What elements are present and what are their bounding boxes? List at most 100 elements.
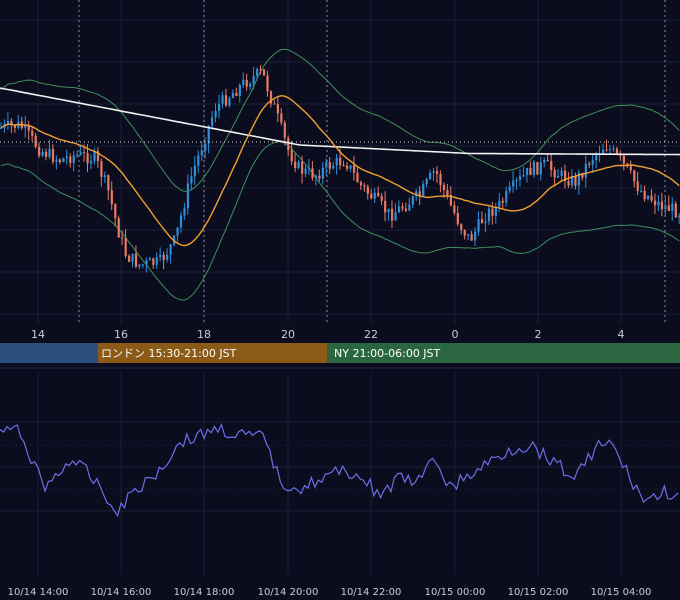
candle-body bbox=[453, 205, 456, 213]
candle-body bbox=[51, 148, 55, 162]
candle-body bbox=[667, 205, 670, 211]
candle-body bbox=[276, 104, 279, 114]
candle-body bbox=[463, 229, 466, 236]
candle-body bbox=[501, 200, 504, 203]
candle-body bbox=[114, 204, 117, 219]
candle-body bbox=[107, 175, 110, 191]
candle-body bbox=[31, 130, 34, 136]
rsi-x-tick-label: 10/14 18:00 bbox=[174, 587, 235, 598]
candle-body bbox=[280, 113, 283, 123]
candle-body bbox=[318, 175, 321, 179]
candle-body bbox=[211, 117, 214, 126]
price-x-tick-label: 16 bbox=[114, 328, 128, 341]
candle-body bbox=[543, 159, 546, 163]
candle-body bbox=[522, 175, 525, 177]
price-x-tick-label: 22 bbox=[364, 328, 378, 341]
candle-body bbox=[297, 161, 300, 169]
candle-body bbox=[328, 162, 331, 169]
candle-body bbox=[290, 150, 293, 162]
rsi-x-tick-label: 10/15 02:00 bbox=[508, 587, 569, 598]
candle-body bbox=[197, 155, 200, 166]
candle-body bbox=[567, 180, 570, 186]
candle-body bbox=[629, 166, 632, 171]
rsi-x-tick-label: 10/14 20:00 bbox=[258, 587, 319, 598]
chart-background bbox=[0, 0, 680, 600]
candle-body bbox=[117, 218, 120, 238]
candle-body bbox=[141, 264, 145, 266]
candle-body bbox=[44, 151, 48, 157]
candle-body bbox=[231, 92, 235, 99]
candle-body bbox=[387, 208, 390, 213]
candle-body bbox=[425, 179, 428, 185]
candle-body bbox=[342, 165, 345, 167]
candle-body bbox=[356, 172, 359, 183]
candle-body bbox=[217, 103, 221, 112]
candle-body bbox=[294, 161, 297, 169]
candle-body bbox=[62, 158, 65, 163]
candle-body bbox=[650, 195, 653, 201]
candle-body bbox=[591, 160, 594, 165]
candle-body bbox=[346, 165, 349, 169]
candle-body bbox=[664, 205, 667, 210]
candle-body bbox=[636, 181, 639, 192]
candle-body bbox=[480, 219, 484, 223]
candle-body bbox=[529, 167, 532, 176]
candle-body bbox=[422, 184, 425, 196]
candle-body bbox=[660, 201, 664, 210]
candle-body bbox=[235, 92, 238, 96]
candle-body bbox=[408, 204, 411, 211]
candle-body bbox=[404, 208, 408, 211]
candle-body bbox=[332, 165, 335, 169]
candle-body bbox=[602, 149, 605, 154]
price-x-tick-label: 0 bbox=[452, 328, 459, 341]
candle-body bbox=[38, 146, 41, 156]
candle-body bbox=[307, 168, 311, 170]
candle-body bbox=[242, 79, 245, 86]
candle-body bbox=[359, 182, 363, 186]
candle-body bbox=[536, 161, 539, 175]
candle-body bbox=[508, 186, 511, 192]
candle-body bbox=[138, 264, 141, 267]
candle-body bbox=[179, 215, 183, 228]
candle-body bbox=[349, 165, 352, 169]
candle-body bbox=[470, 234, 473, 241]
candle-body bbox=[339, 157, 342, 166]
candle-body bbox=[525, 167, 529, 176]
candle-body bbox=[41, 151, 44, 156]
candle-body bbox=[55, 159, 58, 162]
candle-body bbox=[546, 159, 549, 162]
candle-body bbox=[134, 253, 138, 267]
session-ny-label: NY 21:00-06:00 JST bbox=[334, 347, 441, 360]
candle-body bbox=[200, 150, 203, 156]
candle-body bbox=[311, 168, 314, 179]
candle-body bbox=[79, 152, 82, 155]
candle-body bbox=[262, 69, 266, 76]
candle-body bbox=[588, 163, 591, 165]
candle-body bbox=[467, 234, 470, 236]
candle-body bbox=[560, 170, 563, 177]
candle-body bbox=[456, 212, 459, 225]
candle-body bbox=[498, 200, 501, 207]
candle-body bbox=[643, 190, 646, 200]
rsi-x-tick-label: 10/14 16:00 bbox=[91, 587, 152, 598]
candle-body bbox=[366, 186, 369, 194]
candle-body bbox=[89, 160, 93, 164]
candle-body bbox=[6, 120, 10, 124]
session-bar: ロンドン 15:30-21:00 JST NY 21:00-06:00 JST bbox=[0, 343, 680, 363]
candle-body bbox=[186, 183, 190, 209]
candle-body bbox=[653, 200, 657, 206]
candle-body bbox=[159, 254, 162, 258]
candle-body bbox=[384, 200, 387, 213]
candle-body bbox=[148, 258, 151, 261]
candle-body bbox=[363, 185, 366, 187]
price-x-tick-label: 18 bbox=[197, 328, 211, 341]
candle-body bbox=[370, 193, 373, 199]
price-x-tick-label: 2 bbox=[535, 328, 542, 341]
candle-body bbox=[380, 196, 383, 201]
candle-body bbox=[304, 168, 307, 174]
candle-body bbox=[301, 161, 304, 174]
candle-body bbox=[155, 257, 158, 265]
candle-body bbox=[512, 180, 515, 187]
candle-body bbox=[93, 151, 96, 161]
candle-body bbox=[574, 176, 577, 186]
